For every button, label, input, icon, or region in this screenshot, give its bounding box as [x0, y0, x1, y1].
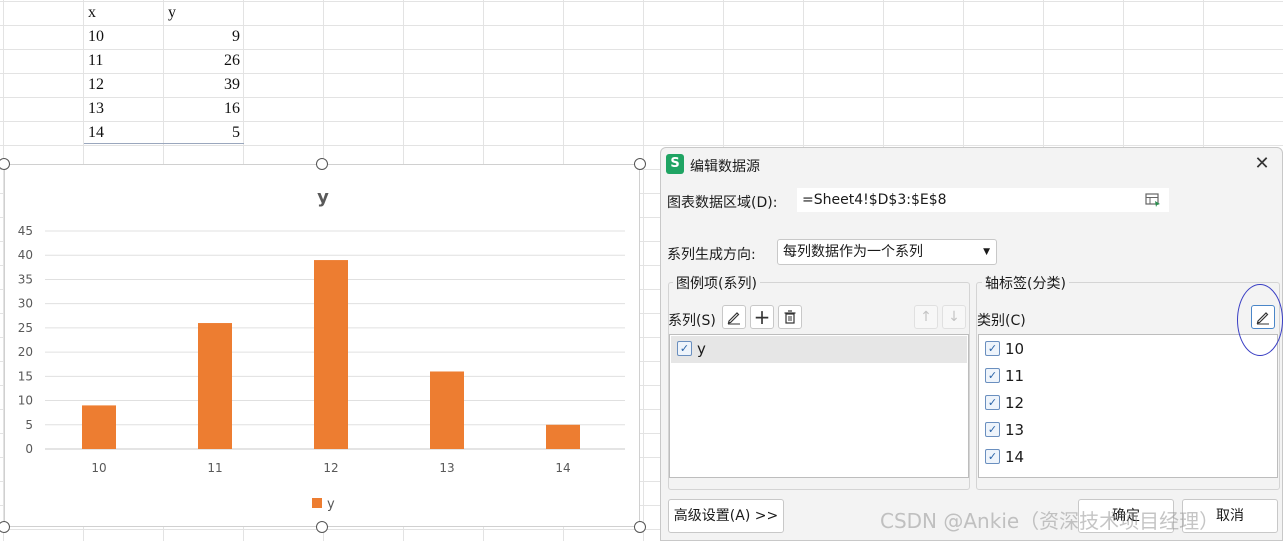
checkbox-checked-icon[interactable]: ✓	[985, 449, 1000, 464]
header-cell-x[interactable]: x	[84, 1, 164, 25]
y-tick-label: 45	[18, 224, 33, 238]
y-tick-label: 30	[18, 297, 33, 311]
x-tick-label: 12	[323, 461, 338, 475]
category-item-label: 13	[1005, 421, 1025, 439]
category-item[interactable]: ✓ 11	[979, 363, 1277, 390]
y-tick-label: 40	[18, 248, 33, 262]
edit-data-source-dialog: S 编辑数据源 ✕ 图表数据区域(D): =Sheet4!$D$3:$E$8 系…	[660, 147, 1283, 541]
cell-y-5[interactable]: 5	[164, 121, 244, 145]
checkbox-checked-icon[interactable]: ✓	[985, 422, 1000, 437]
delete-series-button[interactable]	[778, 305, 802, 329]
move-up-button[interactable]: ↑	[914, 305, 938, 329]
cell-x-2[interactable]: 11	[84, 49, 164, 73]
bar	[430, 371, 464, 449]
edit-series-button[interactable]	[722, 305, 746, 329]
resize-handle-bottom[interactable]	[316, 521, 328, 533]
direction-select-value: 每列数据作为一个系列	[783, 244, 923, 260]
category-item[interactable]: ✓ 14	[979, 444, 1277, 471]
y-tick-label: 10	[18, 394, 33, 408]
cell-x-1[interactable]: 10	[84, 25, 164, 49]
direction-select[interactable]: 每列数据作为一个系列 ▼	[777, 239, 997, 265]
category-item-label: 11	[1005, 367, 1025, 385]
y-tick-label: 5	[25, 418, 33, 432]
axis-group-title: 轴标签(分类)	[982, 273, 1069, 293]
category-item[interactable]: ✓ 10	[979, 336, 1277, 363]
chart-canvas: y 0 5 10 15 20 25 30 35 40 45 10 11 12 13 14 y	[18, 187, 625, 512]
cell-y-2[interactable]: 26	[164, 49, 244, 73]
category-item-label: 10	[1005, 340, 1025, 358]
move-down-button[interactable]: ↓	[942, 305, 966, 329]
header-cell-y[interactable]: y	[164, 1, 244, 25]
chevron-down-icon: ▼	[983, 247, 990, 257]
close-icon[interactable]: ✕	[1252, 154, 1272, 174]
series-label: 系列(S)	[668, 313, 716, 329]
cell-x-3[interactable]: 12	[84, 73, 164, 97]
category-item[interactable]: ✓ 13	[979, 417, 1277, 444]
x-tick-label: 11	[207, 461, 222, 475]
checkbox-checked-icon[interactable]: ✓	[985, 368, 1000, 383]
bar	[82, 405, 116, 449]
annotation-circle	[1237, 284, 1283, 356]
cell-x-4[interactable]: 13	[84, 97, 164, 121]
chart-title: y	[317, 187, 329, 208]
cell-y-4[interactable]: 16	[164, 97, 244, 121]
watermark: CSDN @Ankie（资深技术项目经理）	[880, 509, 1220, 533]
arrow-up-icon: ↑	[920, 309, 932, 325]
legend-group-title: 图例项(系列)	[673, 273, 760, 293]
series-list[interactable]: ✓ y	[669, 334, 969, 478]
pencil-icon	[727, 312, 740, 325]
resize-handle-top-right[interactable]	[634, 158, 646, 170]
category-item[interactable]: ✓ 12	[979, 390, 1277, 417]
arrow-down-icon: ↓	[948, 309, 960, 325]
add-series-button[interactable]: +	[750, 305, 774, 329]
dialog-title: 编辑数据源	[690, 159, 760, 175]
checkbox-checked-icon[interactable]: ✓	[677, 341, 692, 356]
data-range-underline	[84, 143, 244, 144]
x-tick-label: 10	[91, 461, 106, 475]
y-tick-label: 20	[18, 345, 33, 359]
resize-handle-bottom-right[interactable]	[634, 521, 646, 533]
series-item-label: y	[697, 340, 706, 358]
direction-label: 系列生成方向:	[667, 247, 756, 263]
x-tick-label: 14	[555, 461, 570, 475]
checkbox-checked-icon[interactable]: ✓	[985, 395, 1000, 410]
advanced-settings-button[interactable]: 高级设置(A) >>	[668, 499, 784, 533]
plus-icon: +	[753, 305, 771, 329]
cell-y-3[interactable]: 39	[164, 73, 244, 97]
legend-swatch	[312, 498, 322, 508]
category-item-label: 14	[1005, 448, 1025, 466]
app-logo-icon: S	[666, 154, 684, 174]
y-tick-label: 35	[18, 272, 33, 286]
range-input[interactable]: =Sheet4!$D$3:$E$8	[797, 188, 1169, 212]
bar	[314, 260, 348, 449]
resize-handle-top[interactable]	[316, 158, 328, 170]
category-label: 类别(C)	[977, 313, 1026, 329]
checkbox-checked-icon[interactable]: ✓	[985, 341, 1000, 356]
bar	[546, 424, 580, 449]
trash-icon	[784, 310, 796, 324]
category-item-label: 12	[1005, 394, 1025, 412]
x-tick-label: 13	[439, 461, 454, 475]
bar	[198, 323, 232, 449]
legend-label: y	[327, 497, 335, 512]
cell-x-5[interactable]: 14	[84, 121, 164, 145]
category-list[interactable]: ✓ 10 ✓ 11 ✓ 12 ✓ 13 ✓ 14	[978, 334, 1278, 478]
range-picker-icon[interactable]	[1145, 193, 1161, 207]
series-item[interactable]: ✓ y	[671, 336, 967, 363]
bar-chart[interactable]: y 0 5 10 15 20 25 30 35 40 45 10 11 12 13 14 y	[4, 164, 640, 527]
y-tick-label: 15	[18, 369, 33, 383]
y-tick-label: 25	[18, 321, 33, 335]
y-tick-label: 0	[25, 442, 33, 456]
cell-y-1[interactable]: 9	[164, 25, 244, 49]
range-label: 图表数据区域(D):	[667, 195, 778, 211]
